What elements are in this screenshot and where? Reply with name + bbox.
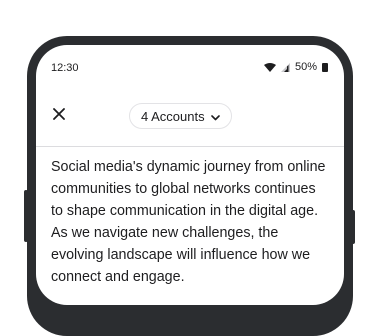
phone-screen: 12:30 50% 4 Accounts Social media's dyna… [36, 45, 344, 305]
close-button[interactable] [50, 107, 68, 125]
signal-icon [280, 62, 290, 72]
battery-percent: 50% [294, 61, 317, 73]
close-icon [53, 107, 65, 125]
status-time: 12:30 [51, 62, 79, 74]
status-icons: 50% [263, 61, 328, 73]
divider [36, 146, 344, 147]
phone-side-button [351, 210, 355, 244]
phone-side-button [24, 190, 28, 242]
post-text-line: Social media's dynamic journey from onli… [51, 159, 326, 175]
status-bar: 12:30 50% [36, 61, 344, 77]
battery-icon [322, 62, 328, 72]
post-text-line: to shape communication in the digital ag… [51, 203, 319, 219]
post-text-line: evolving landscape will influence how we [51, 247, 311, 263]
chevron-down-icon [210, 109, 220, 124]
post-text-line: As we navigate new challenges, the [51, 225, 279, 241]
accounts-label: 4 Accounts [141, 108, 205, 124]
wifi-icon [263, 62, 276, 72]
post-text-line: communities to global networks continues [51, 181, 316, 197]
top-bar: 4 Accounts [36, 100, 344, 132]
post-text-area[interactable]: Social media's dynamic journey from onli… [51, 156, 336, 288]
accounts-selector[interactable]: 4 Accounts [129, 103, 232, 129]
